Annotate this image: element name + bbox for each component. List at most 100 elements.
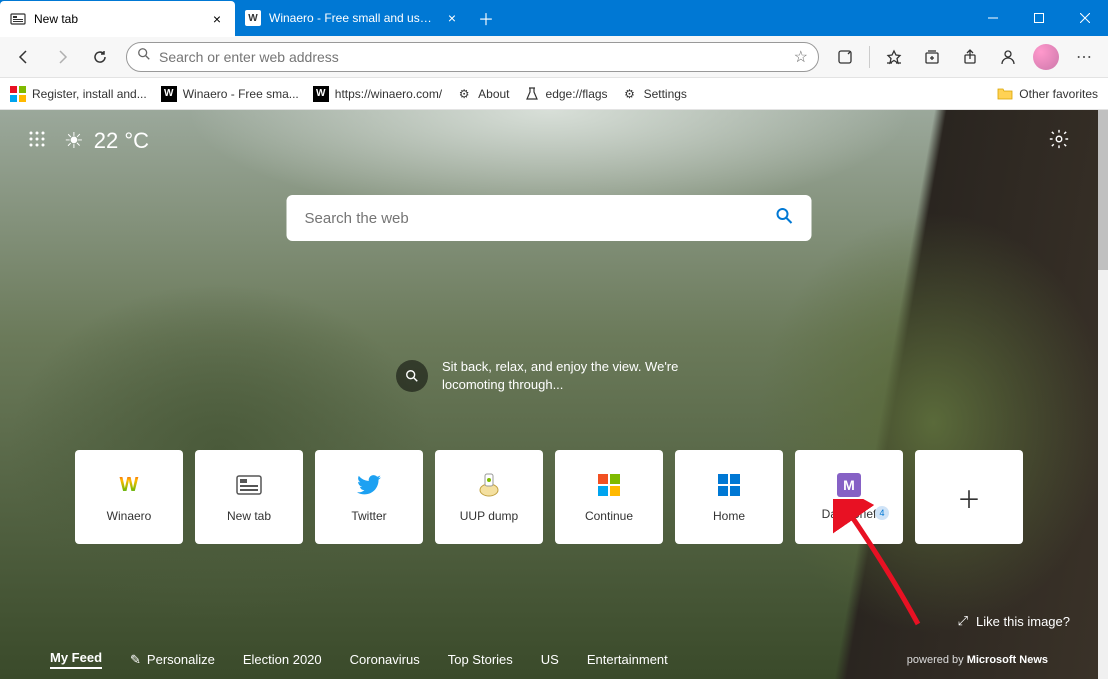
menu-button[interactable]: ⋯	[1066, 41, 1102, 73]
bookmark-favicon: W	[161, 86, 177, 102]
tile-add[interactable]: ＋	[915, 450, 1023, 544]
tab-label: Winaero - Free small and useful	[269, 11, 436, 25]
address-bar[interactable]: ☆	[126, 42, 819, 72]
plus-icon: ＋	[955, 483, 983, 511]
bookmark-favicon: W	[313, 86, 329, 102]
like-image-label: Like this image?	[976, 614, 1070, 629]
tile-label: Twitter	[351, 509, 386, 523]
bookmark-item[interactable]: edge://flags	[524, 86, 608, 102]
pencil-icon: ✎	[130, 652, 141, 668]
bookmark-favicon	[10, 86, 26, 102]
sun-icon: ☀	[64, 128, 84, 154]
weather-widget[interactable]: ☀ 22 °C	[64, 128, 149, 154]
tile-uup-dump[interactable]: UUP dump	[435, 450, 543, 544]
bookmark-label: https://winaero.com/	[335, 87, 442, 101]
other-favorites-button[interactable]: Other favorites	[997, 86, 1098, 102]
ntp-search-input[interactable]	[305, 210, 776, 227]
refresh-button[interactable]	[82, 41, 118, 73]
tab-close-icon[interactable]: ×	[209, 11, 225, 27]
ntp-caption[interactable]: Sit back, relax, and enjoy the view. We'…	[396, 358, 702, 394]
temperature-label: 22 °C	[94, 128, 149, 154]
tile-label: Daily Brief	[822, 507, 877, 521]
tile-daily-brief[interactable]: M Daily Brief 4	[795, 450, 903, 544]
tile-icon: M	[837, 473, 861, 497]
other-favorites-label: Other favorites	[1019, 87, 1098, 101]
feed-tab-us[interactable]: US	[541, 652, 559, 667]
bookmark-label: edge://flags	[546, 87, 608, 101]
search-submit-icon[interactable]	[776, 207, 794, 230]
tile-new-tab[interactable]: New tab	[195, 450, 303, 544]
profile-avatar-icon	[1033, 44, 1059, 70]
bookmark-label: Settings	[644, 87, 687, 101]
bookmark-item[interactable]: ⚙ About	[456, 86, 509, 102]
favorite-star-icon[interactable]: ☆	[794, 47, 808, 67]
twitter-icon	[355, 471, 383, 499]
bookmark-label: About	[478, 87, 509, 101]
bookmark-item[interactable]: ⚙ Settings	[622, 86, 687, 102]
new-tab-button[interactable]: ＋	[470, 0, 502, 36]
reading-mode-button[interactable]	[827, 41, 863, 73]
tile-continue[interactable]: Continue	[555, 450, 663, 544]
tab-favicon: W	[245, 10, 261, 26]
tile-badge: 4	[875, 506, 889, 520]
tile-label: Continue	[585, 509, 633, 523]
tile-label: New tab	[227, 509, 271, 523]
apps-grid-icon[interactable]	[28, 130, 46, 153]
tile-label: Winaero	[107, 509, 152, 523]
window-maximize-button[interactable]	[1016, 0, 1062, 36]
gear-icon: ⚙	[622, 86, 638, 102]
favorites-button[interactable]	[876, 41, 912, 73]
bookmarks-bar: Register, install and... W Winaero - Fre…	[0, 78, 1108, 110]
profile-button[interactable]	[1028, 41, 1064, 73]
ntp-search-box[interactable]	[287, 195, 812, 241]
feed-tab-my-feed[interactable]: My Feed	[50, 650, 102, 669]
tab-close-icon[interactable]: ×	[444, 10, 460, 26]
feed-tab-entertainment[interactable]: Entertainment	[587, 652, 668, 667]
quick-links-tiles: W Winaero New tab Twitter UUP dump Conti…	[75, 450, 1023, 544]
search-icon	[137, 47, 151, 66]
tab-favicon	[10, 11, 26, 27]
address-input[interactable]	[159, 49, 794, 65]
forward-button[interactable]	[44, 41, 80, 73]
caption-text: Sit back, relax, and enjoy the view. We'…	[442, 358, 702, 394]
back-button[interactable]	[6, 41, 42, 73]
tile-twitter[interactable]: Twitter	[315, 450, 423, 544]
flask-icon	[524, 86, 540, 102]
bookmark-item[interactable]: Register, install and...	[10, 86, 147, 102]
expand-icon: ⤢	[958, 613, 968, 629]
feed-tab-election[interactable]: Election 2020	[243, 652, 322, 667]
person-button[interactable]	[990, 41, 1026, 73]
scrollbar-thumb[interactable]	[1098, 110, 1108, 270]
page-settings-button[interactable]	[1048, 128, 1070, 155]
tile-label: Home	[713, 509, 745, 523]
tile-label: UUP dump	[460, 509, 518, 523]
microsoft-icon	[595, 471, 623, 499]
window-close-button[interactable]	[1062, 0, 1108, 36]
vertical-scrollbar[interactable]	[1098, 110, 1108, 679]
window-controls	[970, 0, 1108, 36]
browser-toolbar: ☆ ⋯	[0, 36, 1108, 78]
feed-tab-coronavirus[interactable]: Coronavirus	[350, 652, 420, 667]
bookmark-label: Register, install and...	[32, 87, 147, 101]
tab-winaero[interactable]: W Winaero - Free small and useful ×	[235, 0, 470, 36]
feed-tab-personalize[interactable]: ✎Personalize	[130, 652, 215, 668]
tab-label: New tab	[34, 12, 201, 26]
like-image-link[interactable]: ⤢ Like this image?	[958, 613, 1070, 629]
window-titlebar: New tab × W Winaero - Free small and use…	[0, 0, 1108, 36]
powered-by-label: powered by Microsoft News	[907, 654, 1048, 666]
bookmark-item[interactable]: W https://winaero.com/	[313, 86, 442, 102]
tab-new-tab[interactable]: New tab ×	[0, 1, 235, 37]
tile-icon: W	[115, 471, 143, 499]
share-button[interactable]	[952, 41, 988, 73]
bookmark-item[interactable]: W Winaero - Free sma...	[161, 86, 299, 102]
tile-icon	[475, 471, 503, 499]
ntp-top-left: ☀ 22 °C	[28, 128, 149, 154]
window-minimize-button[interactable]	[970, 0, 1016, 36]
tile-icon	[235, 471, 263, 499]
collections-button[interactable]	[914, 41, 950, 73]
folder-icon	[997, 86, 1013, 102]
tile-winaero[interactable]: W Winaero	[75, 450, 183, 544]
feed-tab-top-stories[interactable]: Top Stories	[448, 652, 513, 667]
tile-home[interactable]: Home	[675, 450, 783, 544]
new-tab-page: ☀ 22 °C Sit back, relax, and enjoy the v…	[0, 110, 1098, 679]
